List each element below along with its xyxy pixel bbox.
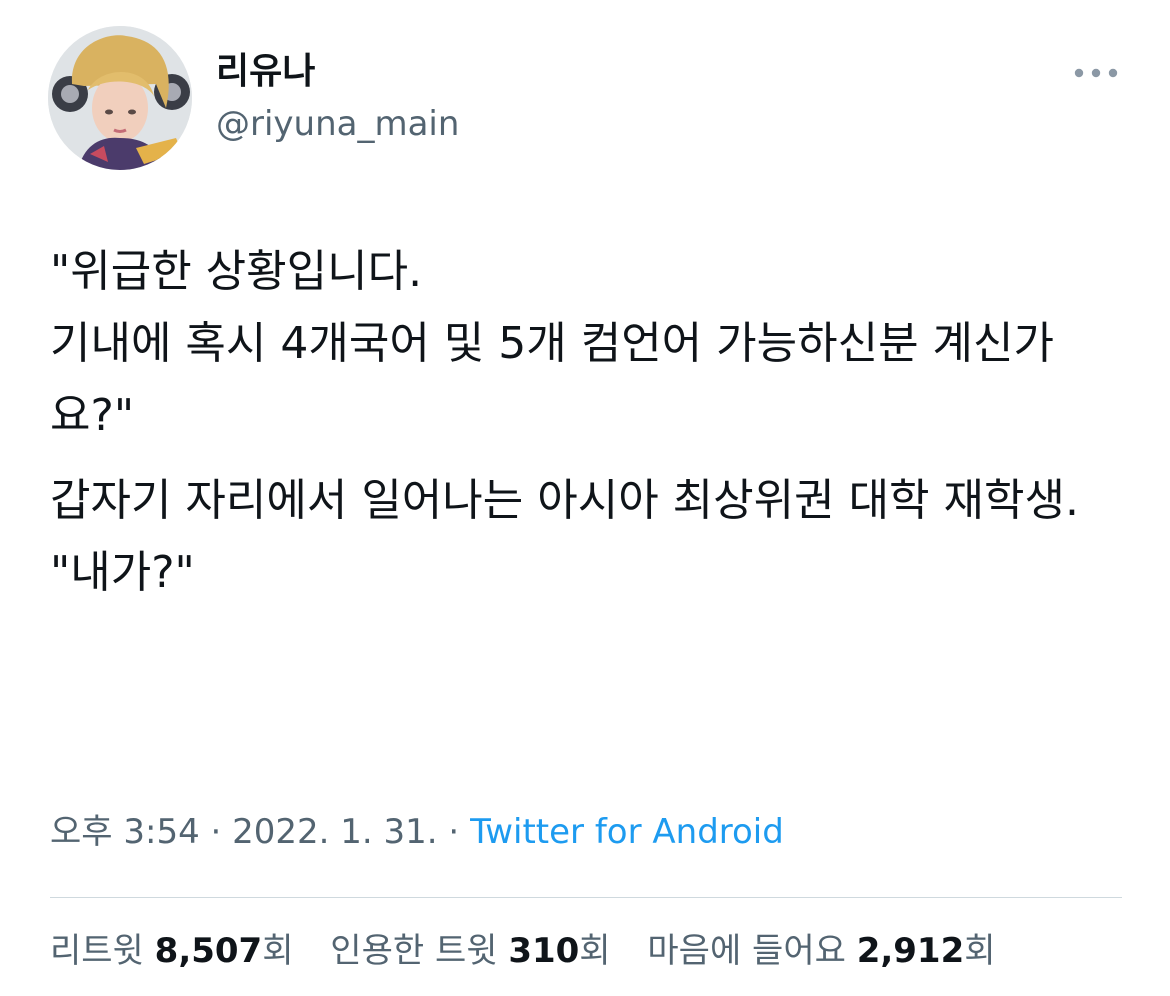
quotes-label: 인용한 트윗: [330, 931, 509, 971]
retweets-label: 리트윗: [50, 931, 155, 971]
tweet-paragraph: 갑자기 자리에서 일어나는 아시아 최상위권 대학 재학생. "내가?": [50, 475, 1079, 598]
user-handle[interactable]: @riyuna_main: [216, 102, 459, 146]
retweets-count: 8,507: [154, 931, 263, 971]
likes-unit: 회: [964, 931, 996, 971]
retweets-unit: 회: [262, 931, 294, 971]
author-info: 리유나 @riyuna_main: [216, 48, 459, 146]
tweet-time[interactable]: 오후 3:54: [50, 812, 200, 852]
retweets-stat[interactable]: 리트윗 8,507회: [50, 931, 293, 971]
likes-label: 마음에 들어요: [647, 931, 857, 971]
meta-separator: ·: [437, 812, 471, 852]
more-options-button[interactable]: [1068, 58, 1124, 88]
display-name[interactable]: 리유나: [216, 48, 459, 96]
avatar-image: [48, 26, 192, 170]
tweet-stats: 리트윗 8,507회 인용한 트윗 310회 마음에 들어요 2,912회: [50, 926, 1022, 976]
quotes-unit: 회: [579, 931, 611, 971]
more-horizontal-icon: [1074, 68, 1118, 78]
tweet-source-link[interactable]: Twitter for Android: [470, 812, 784, 852]
quotes-stat[interactable]: 인용한 트윗 310회: [330, 931, 610, 971]
tweet-text: "위급한 상황입니다. 기내에 혹시 4개국어 및 5개 컴언어 가능하신분 계…: [50, 236, 1125, 622]
quotes-count: 310: [508, 931, 580, 971]
avatar[interactable]: [48, 26, 192, 170]
divider: [50, 897, 1122, 898]
tweet-detail: 리유나 @riyuna_main "위급한 상황입니다. 기내에 혹시 4개국어…: [0, 0, 1170, 996]
likes-count: 2,912: [856, 931, 965, 971]
tweet-date[interactable]: 2022. 1. 31.: [232, 812, 437, 852]
meta-separator: ·: [199, 812, 233, 852]
tweet-meta: 오후 3:54 · 2022. 1. 31. · Twitter for And…: [50, 808, 784, 856]
likes-stat[interactable]: 마음에 들어요 2,912회: [647, 931, 995, 971]
tweet-paragraph: "위급한 상황입니다. 기내에 혹시 4개국어 및 5개 컴언어 가능하신분 계…: [50, 246, 1054, 441]
